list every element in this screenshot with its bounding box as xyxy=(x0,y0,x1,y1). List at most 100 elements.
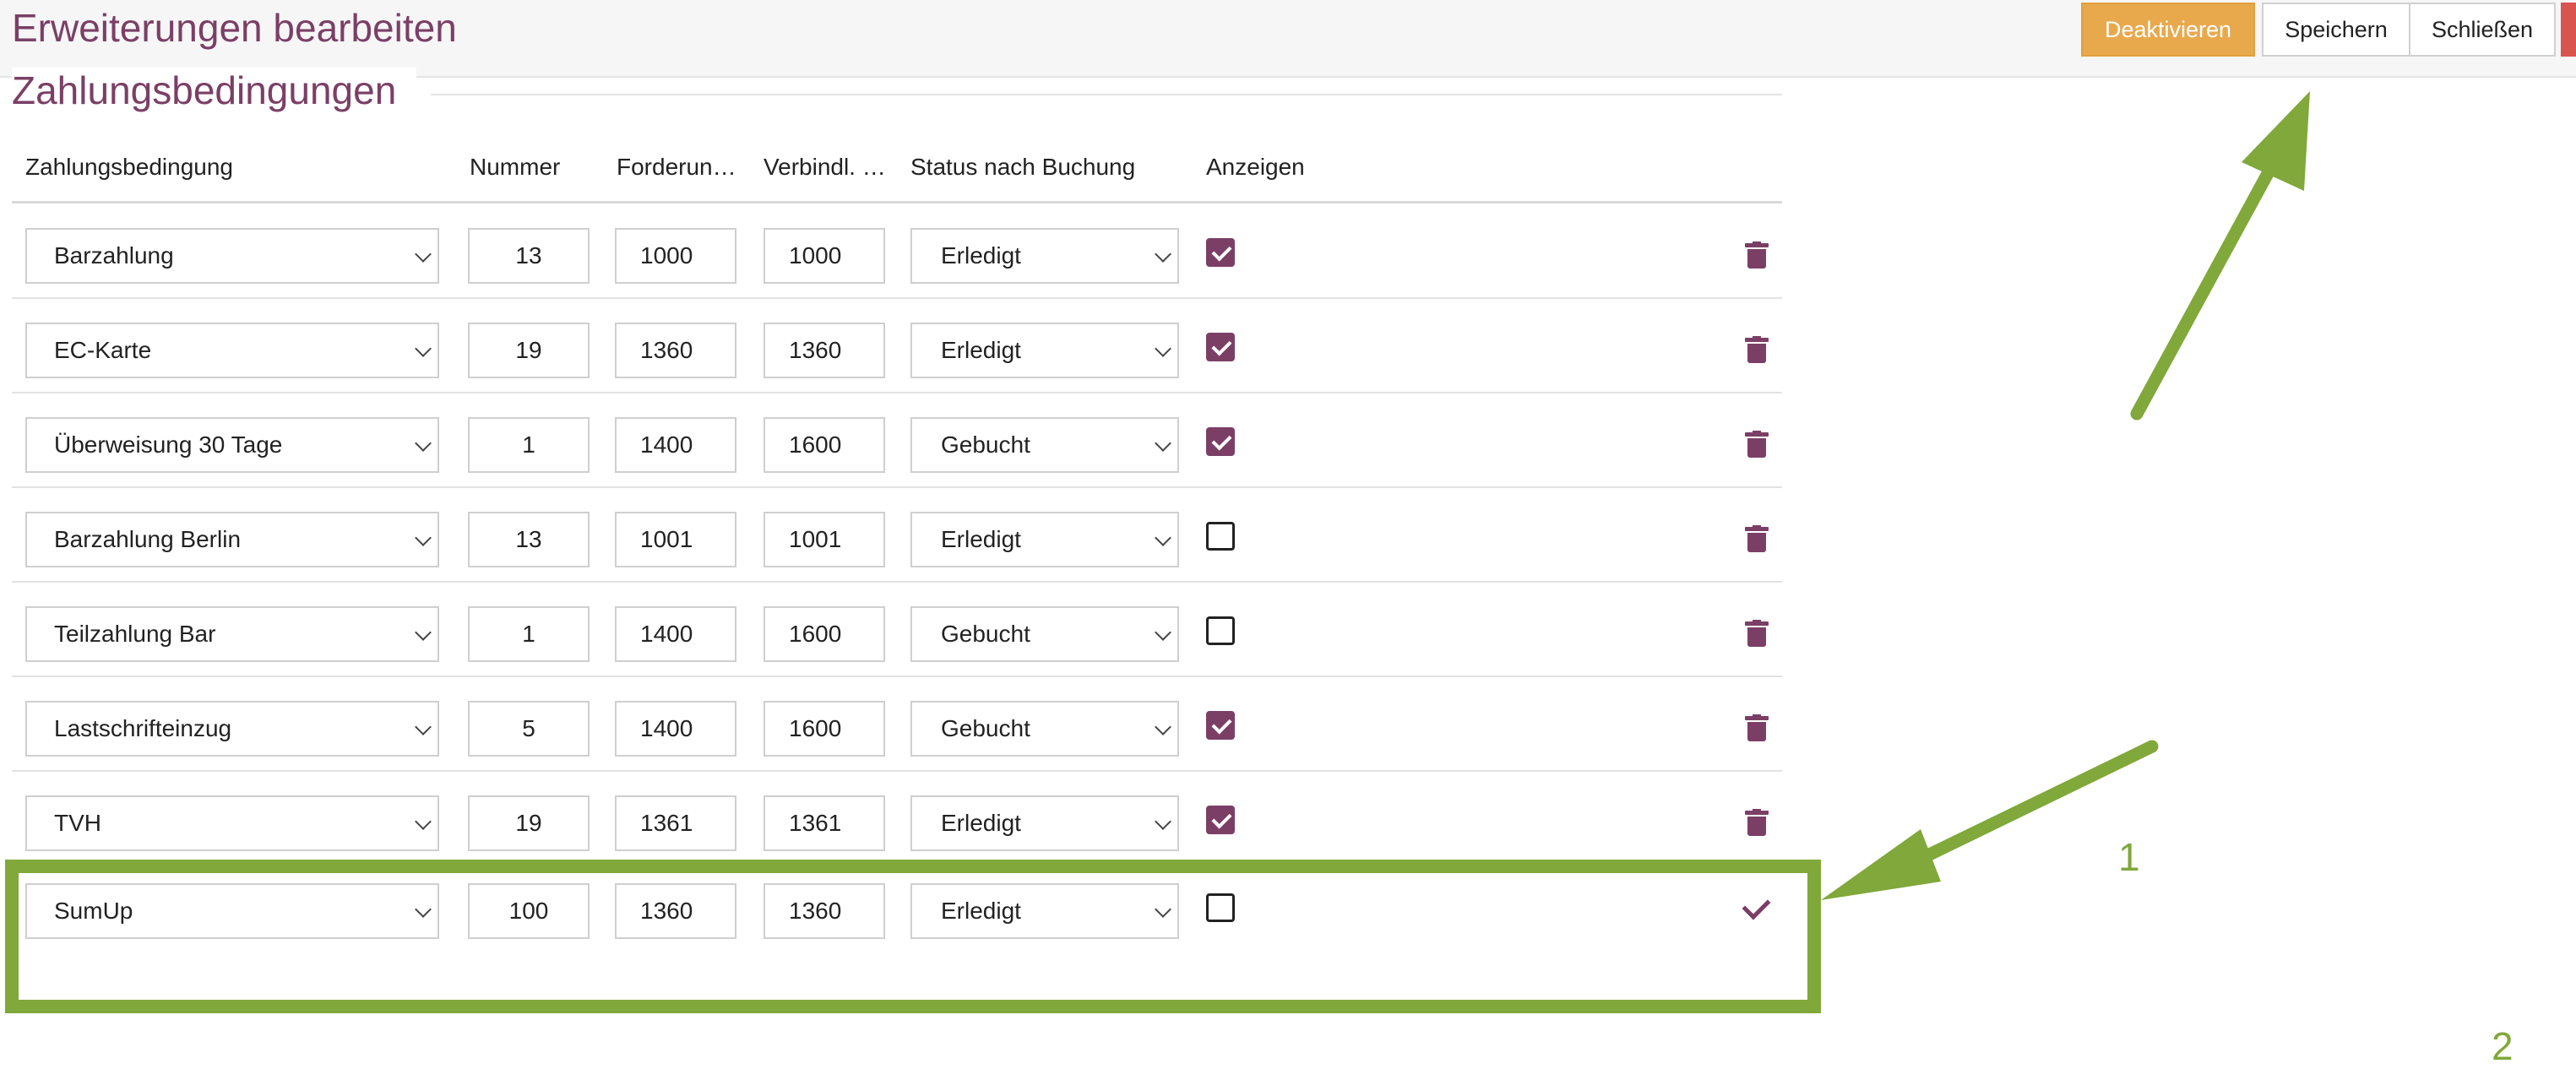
arrow-to-new-row xyxy=(1909,740,2159,868)
number-value: 19 xyxy=(515,810,542,836)
trash-icon[interactable] xyxy=(1745,809,1769,836)
liabilities-input[interactable]: 1600 xyxy=(764,606,885,662)
liabilities-value: 1001 xyxy=(789,526,842,552)
status-value: Gebucht xyxy=(941,431,1030,458)
status-select[interactable]: Erledigt xyxy=(910,512,1179,567)
liabilities-input[interactable]: 1600 xyxy=(764,417,885,473)
liabilities-value: 1600 xyxy=(789,715,842,741)
annotation-number-2: 2 xyxy=(2492,1024,2514,1068)
chevron-down-icon xyxy=(415,719,432,735)
payment-term-value: TVH xyxy=(54,810,101,836)
table-header-divider xyxy=(12,201,1782,203)
column-header-liabilities: Verbindl. … xyxy=(764,154,886,180)
receivables-input[interactable]: 1001 xyxy=(615,512,736,567)
column-header-status: Status nach Buchung xyxy=(910,154,1136,180)
liabilities-value: 1000 xyxy=(789,242,842,269)
top-bar: Erweiterungen bearbeiten Deaktivieren Sp… xyxy=(0,0,2576,78)
liabilities-input[interactable]: 1001 xyxy=(764,512,885,567)
number-input[interactable]: 13 xyxy=(468,512,590,567)
receivables-input[interactable]: 1000 xyxy=(615,228,736,284)
chevron-down-icon xyxy=(415,340,432,357)
column-header-display: Anzeigen xyxy=(1206,154,1305,180)
trash-icon[interactable] xyxy=(1745,714,1769,741)
trash-icon[interactable] xyxy=(1745,525,1769,552)
payment-term-select[interactable]: EC-Karte xyxy=(25,323,439,378)
receivables-input[interactable]: 1400 xyxy=(615,701,736,757)
payment-term-select[interactable]: TVH xyxy=(25,795,439,851)
payment-term-select[interactable]: Lastschrifteinzug xyxy=(25,701,439,757)
status-select[interactable]: Erledigt xyxy=(910,228,1179,284)
receivables-input[interactable]: 1400 xyxy=(615,606,736,662)
chevron-down-icon xyxy=(415,624,432,641)
status-select[interactable]: Gebucht xyxy=(910,417,1179,473)
status-value: Gebucht xyxy=(941,715,1030,741)
receivables-input[interactable]: 1360 xyxy=(615,323,736,378)
number-value: 13 xyxy=(515,242,542,269)
number-value: 1 xyxy=(522,621,535,647)
close-button[interactable]: Schließen xyxy=(2409,3,2556,57)
payment-term-select[interactable]: Barzahlung xyxy=(25,228,439,284)
display-checkbox[interactable] xyxy=(1206,522,1235,551)
liabilities-input[interactable]: 1600 xyxy=(764,701,885,757)
receivables-value: 1400 xyxy=(640,715,693,741)
status-value: Erledigt xyxy=(941,526,1021,552)
display-checkbox[interactable] xyxy=(1206,333,1235,361)
receivables-value: 1400 xyxy=(640,621,693,647)
chevron-down-icon xyxy=(415,246,432,263)
number-input[interactable]: 1 xyxy=(468,606,590,662)
trash-icon[interactable] xyxy=(1745,336,1769,363)
display-checkbox[interactable] xyxy=(1206,806,1235,834)
trash-icon[interactable] xyxy=(1745,431,1769,458)
status-select[interactable]: Gebucht xyxy=(910,606,1179,662)
payment-term-value: Überweisung 30 Tage xyxy=(54,431,283,458)
number-input[interactable]: 1 xyxy=(468,417,590,473)
arrow-head-up xyxy=(2242,91,2310,191)
liabilities-input[interactable]: 1361 xyxy=(764,795,885,851)
payment-term-select[interactable]: Barzahlung Berlin xyxy=(25,512,439,567)
number-value: 5 xyxy=(522,715,535,741)
trash-icon[interactable] xyxy=(1745,241,1769,269)
status-value: Erledigt xyxy=(941,242,1021,269)
display-checkbox[interactable] xyxy=(1206,238,1235,267)
liabilities-value: 1600 xyxy=(789,621,842,647)
trash-icon[interactable] xyxy=(1745,620,1769,647)
display-checkbox[interactable] xyxy=(1206,427,1235,456)
deactivate-button[interactable]: Deaktivieren xyxy=(2081,3,2255,57)
delete-button-partial[interactable] xyxy=(2561,3,2576,57)
payment-term-value: Barzahlung Berlin xyxy=(54,526,242,552)
number-value: 13 xyxy=(515,526,542,552)
arrow-to-save-button xyxy=(2130,144,2287,421)
status-value: Erledigt xyxy=(941,337,1021,363)
receivables-value: 1361 xyxy=(640,810,693,836)
status-value: Erledigt xyxy=(941,810,1021,836)
table-row: Barzahlung Berlin 13 1001 1001 Erledigt xyxy=(12,488,1782,583)
status-select[interactable]: Erledigt xyxy=(910,795,1179,851)
chevron-down-icon xyxy=(1155,340,1171,357)
number-input[interactable]: 5 xyxy=(468,701,590,757)
chevron-down-icon xyxy=(415,813,432,830)
number-input[interactable]: 13 xyxy=(468,228,590,284)
receivables-input[interactable]: 1361 xyxy=(615,795,736,851)
liabilities-input[interactable]: 1360 xyxy=(764,323,885,378)
receivables-input[interactable]: 1400 xyxy=(615,417,736,473)
liabilities-input[interactable]: 1000 xyxy=(764,228,885,284)
payment-term-select[interactable]: Überweisung 30 Tage xyxy=(25,417,439,473)
display-checkbox[interactable] xyxy=(1206,711,1235,740)
chevron-down-icon xyxy=(1155,813,1171,830)
chevron-down-icon xyxy=(1155,435,1171,452)
payment-term-value: Lastschrifteinzug xyxy=(54,715,232,741)
arrow-head-left xyxy=(1821,829,1941,900)
save-button[interactable]: Speichern xyxy=(2262,3,2410,57)
number-input[interactable]: 19 xyxy=(468,323,590,378)
table-row: Barzahlung 13 1000 1000 Erledigt xyxy=(12,204,1782,299)
number-input[interactable]: 19 xyxy=(468,795,590,851)
liabilities-value: 1361 xyxy=(789,810,842,836)
status-select[interactable]: Gebucht xyxy=(910,701,1179,757)
payment-term-select[interactable]: Teilzahlung Bar xyxy=(25,606,439,662)
display-checkbox[interactable] xyxy=(1206,616,1235,645)
receivables-value: 1360 xyxy=(640,337,693,363)
liabilities-value: 1600 xyxy=(789,431,842,458)
table-row: Teilzahlung Bar 1 1400 1600 Gebucht xyxy=(12,583,1782,677)
status-select[interactable]: Erledigt xyxy=(910,323,1179,378)
chevron-down-icon xyxy=(1155,246,1171,263)
